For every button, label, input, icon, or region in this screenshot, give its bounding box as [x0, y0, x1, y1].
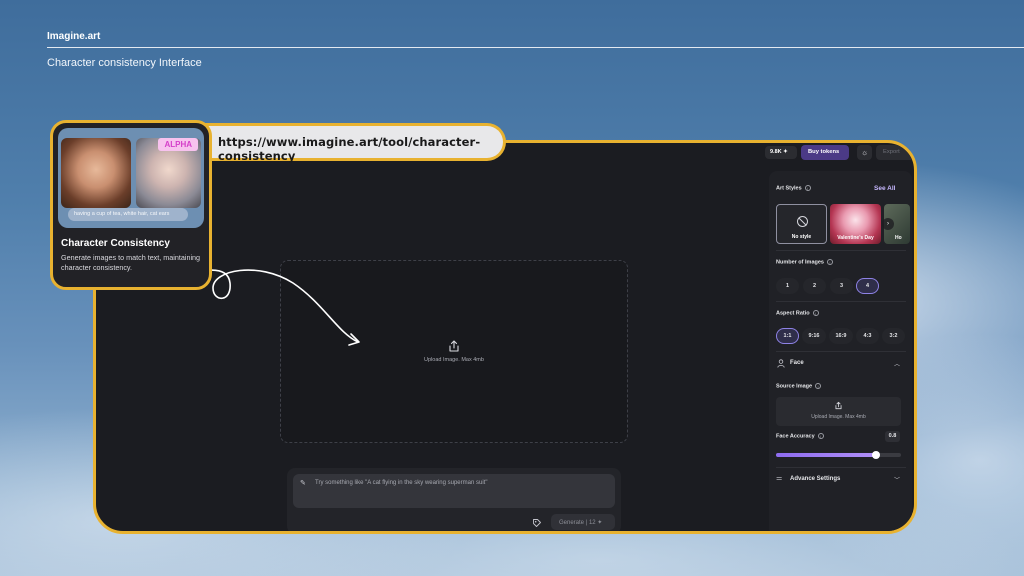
art-styles-label: Art Styles [776, 185, 802, 192]
style-card-valentines-day[interactable]: Valentine's Day [830, 204, 881, 244]
source-image-upload[interactable]: Upload Image. Max 4mb [776, 397, 901, 426]
section-divider [776, 301, 906, 302]
advance-settings-header[interactable]: ⚌ Advance Settings ﹀ [776, 474, 906, 486]
generate-cost: 12 [588, 520, 596, 526]
generate-button[interactable]: Generate | 12 ✦ [551, 514, 615, 530]
generate-label: Generate [559, 520, 585, 526]
portrait-image [61, 138, 131, 208]
ban-icon [797, 216, 808, 227]
theme-toggle-button[interactable]: ☼ [857, 145, 872, 160]
chevron-up-icon[interactable]: ︿ [894, 359, 900, 368]
upload-icon [835, 401, 842, 410]
style-card-no-style[interactable]: No style [776, 204, 827, 244]
image-count-option-3[interactable]: 3 [830, 278, 853, 294]
url-text: https://www.imagine.art/tool/character-c… [218, 135, 481, 163]
brand-name: Imagine.art [47, 31, 101, 42]
character-consistency-card[interactable]: ALPHA having a cup of tea, white hair, c… [50, 120, 212, 290]
buy-tokens-button[interactable]: Buy tokens [801, 145, 849, 160]
slider-thumb[interactable] [872, 450, 880, 459]
section-divider [776, 467, 906, 468]
page-subtitle: Character consistency Interface [47, 57, 202, 69]
sparkle-icon: ✦ [783, 149, 788, 155]
card-preview-image: ALPHA having a cup of tea, white hair, c… [58, 128, 204, 228]
advance-settings-label: Advance Settings [790, 476, 841, 482]
prompt-panel: ✎ Try something like "A cat flying in th… [287, 468, 621, 531]
top-divider [47, 47, 1024, 48]
aspect-ratio-option-4-3[interactable]: 4:3 [856, 328, 879, 344]
style-card-label: Valentine's Day [837, 235, 874, 241]
image-count-option-4[interactable]: 4 [856, 278, 879, 294]
sun-icon: ☼ [860, 148, 869, 157]
token-balance: 9.8K ✦ [765, 146, 797, 159]
chevron-right-icon[interactable]: › [882, 218, 894, 230]
aspect-ratio-label: Aspect Ratio [776, 310, 810, 317]
style-card-label: No style [791, 234, 812, 240]
art-styles-heading: Art Styles i [776, 185, 811, 191]
info-icon[interactable]: i [804, 185, 811, 191]
slider-fill [776, 453, 876, 457]
face-section-label: Face [790, 360, 804, 366]
tag-icon[interactable] [532, 518, 542, 528]
image-count-option-2[interactable]: 2 [803, 278, 826, 294]
url-bar[interactable]: https://www.imagine.art/tool/character-c… [200, 123, 506, 163]
face-section-header[interactable]: Face ︿ [776, 358, 906, 370]
upload-icon [449, 340, 459, 352]
info-icon[interactable]: i [817, 433, 824, 439]
info-icon[interactable]: i [826, 259, 833, 265]
number-of-images-heading: Number of Images i [776, 259, 833, 265]
sliders-icon: ⚌ [776, 475, 783, 482]
see-all-link[interactable]: See All [874, 185, 895, 192]
source-image-heading: Source Image i [776, 383, 822, 390]
face-accuracy-value: 0.8 [885, 431, 900, 442]
section-divider [776, 351, 906, 352]
chevron-down-icon[interactable]: ﹀ [894, 475, 900, 484]
user-icon [777, 359, 785, 368]
aspect-ratio-option-9-16[interactable]: 9:16 [802, 328, 826, 344]
prompt-input[interactable]: ✎ Try something like "A cat flying in th… [293, 474, 615, 508]
aspect-ratio-option-16-9[interactable]: 16:9 [829, 328, 853, 344]
alpha-badge: ALPHA [158, 138, 198, 151]
aspect-ratio-option-3-2[interactable]: 3:2 [882, 328, 905, 344]
magic-wand-icon: ✎ [300, 480, 306, 487]
face-accuracy-label: Face Accuracy [776, 433, 815, 440]
source-image-label: Source Image [776, 383, 813, 390]
preview-caption: having a cup of tea, white hair, cat ear… [68, 208, 188, 221]
aspect-ratio-heading: Aspect Ratio i [776, 310, 819, 316]
aspect-ratio-option-1-1[interactable]: 1:1 [776, 328, 799, 344]
card-description: Generate images to match text, maintaini… [61, 253, 201, 272]
number-of-images-label: Number of Images [776, 259, 824, 266]
face-accuracy-slider[interactable] [776, 450, 901, 459]
token-count: 9.8K [770, 149, 782, 155]
settings-panel: Art Styles i See All No style Valentine's… [769, 171, 912, 531]
card-title: Character Consistency [61, 238, 170, 249]
sparkle-icon: ✦ [597, 520, 603, 526]
info-icon[interactable]: i [815, 383, 822, 389]
style-card-label: Ho [895, 235, 902, 241]
source-upload-hint: Upload Image. Max 4mb [811, 414, 866, 420]
section-divider [776, 250, 906, 251]
face-accuracy-heading: Face Accuracy i [776, 433, 824, 439]
image-count-option-1[interactable]: 1 [776, 278, 799, 294]
export-button[interactable]: Export [876, 145, 914, 160]
prompt-placeholder: Try something like "A cat flying in the … [315, 480, 488, 486]
info-icon[interactable]: i [812, 310, 819, 316]
